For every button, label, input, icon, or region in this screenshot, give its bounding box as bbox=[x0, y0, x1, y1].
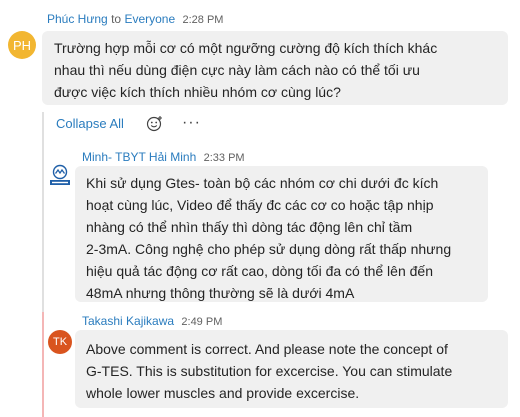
avatar[interactable]: PH bbox=[8, 31, 36, 59]
recipient-name[interactable]: Everyone bbox=[124, 12, 175, 26]
avatar-initials: TK bbox=[52, 336, 68, 348]
message-line: Above comment is correct. And please not… bbox=[86, 341, 448, 357]
thread-line bbox=[42, 112, 44, 312]
message-bubble[interactable]: Trường hợp mỗi cơ có một ngưỡng cường độ… bbox=[42, 31, 508, 105]
message-bubble[interactable]: Above comment is correct. And please not… bbox=[75, 330, 508, 408]
message-line: nhau thì nếu dùng điện cực này làm cách … bbox=[54, 62, 420, 78]
sender-name[interactable]: Phúc Hưng bbox=[47, 12, 108, 26]
collapse-all-link[interactable]: Collapse All bbox=[56, 116, 124, 131]
message-line: nhàng có thể nhìn thấy thì dòng tác động… bbox=[86, 219, 413, 235]
message-line: Trường hợp mỗi cơ có một ngưỡng cường độ… bbox=[54, 40, 438, 56]
message-line: hoạt cùng lúc, Video để thấy đc các cơ c… bbox=[86, 197, 434, 213]
thread-controls: Collapse All ··· bbox=[56, 114, 201, 132]
message-line: hiệu quả tác động cơ rất cao, dòng tối đ… bbox=[86, 263, 433, 279]
message-time: 2:49 PM bbox=[181, 316, 223, 328]
recipient-prefix: to bbox=[111, 12, 122, 26]
message-header: Takashi Kajikawa 2:49 PM bbox=[82, 314, 222, 328]
message-header: Minh- TBYT Hải Minh 2:33 PM bbox=[82, 150, 245, 164]
avatar[interactable]: TK bbox=[48, 330, 72, 354]
message-line: 2-3mA. Công nghệ cho phép sử dụng dòng r… bbox=[86, 241, 452, 257]
message-time: 2:28 PM bbox=[182, 14, 224, 26]
sender-name[interactable]: Minh- TBYT Hải Minh bbox=[82, 150, 196, 164]
message-line: whole lower muscles and provide excercis… bbox=[86, 385, 360, 401]
company-logo-icon[interactable] bbox=[48, 164, 72, 188]
message-line: G-TES. This is substitution for excercis… bbox=[86, 363, 453, 379]
message-header: Phúc Hưng to Everyone 2:28 PM bbox=[47, 12, 223, 26]
message-line: 48mA nhưng thông thường sẽ là dưới 4mA bbox=[86, 285, 355, 301]
smiley-icon[interactable] bbox=[146, 114, 164, 132]
message-line: Khi sử dụng Gtes- toàn bộ các nhóm cơ ch… bbox=[86, 175, 439, 191]
message-time: 2:33 PM bbox=[203, 152, 245, 164]
sender-name[interactable]: Takashi Kajikawa bbox=[82, 314, 174, 328]
avatar-initials: PH bbox=[12, 37, 32, 53]
message-bubble[interactable]: Khi sử dụng Gtes- toàn bộ các nhóm cơ ch… bbox=[75, 166, 488, 302]
more-options-icon[interactable]: ··· bbox=[182, 115, 201, 131]
message-line: được việc kích thích nhiều nhóm cơ cùng … bbox=[54, 84, 341, 100]
unread-marker bbox=[42, 312, 44, 417]
